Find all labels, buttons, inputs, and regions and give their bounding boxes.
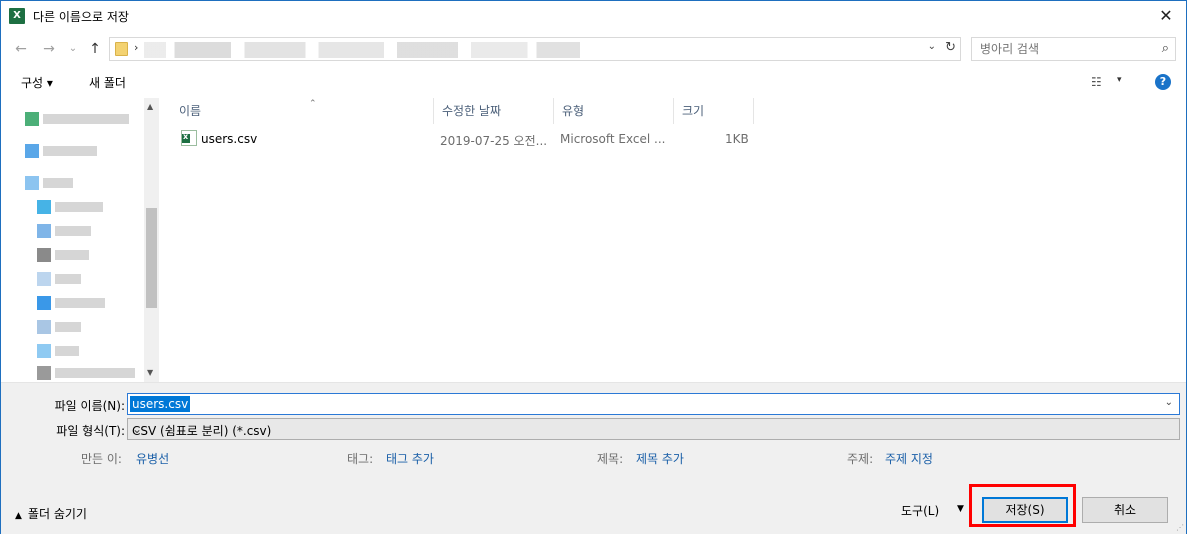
- chevron-down-icon[interactable]: ⌄: [928, 41, 936, 52]
- chevron-up-icon: ▲: [15, 511, 22, 521]
- file-row[interactable]: users.csv 2019-07-25 오전... Microsoft Exc…: [161, 128, 761, 150]
- folder-icon: [37, 320, 51, 334]
- cancel-button[interactable]: 취소: [1082, 497, 1168, 523]
- folder-icon: [37, 200, 51, 214]
- file-type: Microsoft Excel ...: [560, 132, 666, 146]
- scroll-down-icon[interactable]: ▼: [147, 368, 153, 377]
- navigation-row: ← → ⌄ ↑ › ⌄ ↻ ⌕: [1, 35, 1186, 63]
- navigation-pane: ▲ ▼: [1, 98, 159, 382]
- save-as-dialog: X 다른 이름으로 저장 ✕ ← → ⌄ ↑ › ⌄ ↻ ⌕ 구성 ▾ 새 폴더…: [0, 0, 1187, 534]
- excel-csv-file-icon: [181, 130, 197, 146]
- folder-icon: [37, 344, 51, 358]
- file-modified: 2019-07-25 오전...: [440, 134, 548, 148]
- filename-label: 파일 이름(N):: [54, 399, 125, 413]
- folder-icon: [115, 42, 128, 56]
- filename-field[interactable]: users.csv ⌄: [127, 393, 1180, 415]
- tags-value[interactable]: 태그 추가: [386, 450, 434, 467]
- back-arrow-icon[interactable]: ←: [11, 40, 31, 58]
- computer-icon: [25, 176, 39, 190]
- authors-label: 만든 이:: [81, 452, 122, 466]
- new-folder-button[interactable]: 새 폴더: [89, 74, 126, 91]
- view-options-icon[interactable]: ☷: [1091, 75, 1102, 89]
- title-label: 제목:: [597, 452, 624, 466]
- breadcrumb-path-redacted: [144, 42, 580, 58]
- tags-label: 태그:: [347, 452, 374, 466]
- resize-grip-icon[interactable]: ⋰: [1176, 523, 1184, 532]
- title-value[interactable]: 제목 추가: [636, 450, 684, 467]
- scroll-up-icon[interactable]: ▲: [147, 102, 153, 111]
- refresh-icon[interactable]: ↻: [945, 40, 956, 55]
- filetype-label: 파일 형식(T):: [56, 424, 125, 438]
- column-header-type[interactable]: 유형: [554, 98, 674, 124]
- organize-button[interactable]: 구성 ▾: [21, 74, 53, 91]
- breadcrumb-separator[interactable]: ›: [134, 41, 138, 54]
- search-box[interactable]: ⌕: [971, 37, 1176, 61]
- folder-icon: [25, 112, 39, 126]
- search-icon[interactable]: ⌕: [1162, 41, 1169, 56]
- hide-folders-label: 폴더 숨기기: [27, 507, 87, 521]
- chevron-down-icon[interactable]: ⌄: [1165, 397, 1173, 408]
- filename-value[interactable]: users.csv: [130, 396, 191, 412]
- help-icon[interactable]: ?: [1155, 74, 1171, 90]
- drive-icon: [37, 366, 51, 380]
- close-button[interactable]: ✕: [1146, 1, 1186, 31]
- filetype-select[interactable]: CSV (쉼표로 분리) (*.csv) ⌄: [127, 418, 1180, 440]
- folder-icon: [37, 248, 51, 262]
- scrollbar-thumb[interactable]: [146, 208, 157, 308]
- sort-ascending-icon: ⌃: [309, 99, 317, 109]
- drive-icon: [25, 144, 39, 158]
- column-name-label: 이름: [179, 104, 202, 118]
- hide-folders-button[interactable]: ▲ 폴더 숨기기: [15, 505, 87, 522]
- folder-icon: [37, 296, 51, 310]
- subject-value[interactable]: 주제 지정: [885, 450, 933, 467]
- title-bar: X 다른 이름으로 저장 ✕: [1, 1, 1186, 31]
- tools-button[interactable]: 도구(L): [901, 502, 939, 519]
- folder-icon: [37, 272, 51, 286]
- chevron-down-icon[interactable]: ⌄: [132, 422, 1173, 436]
- column-header-name[interactable]: 이름 ⌃: [171, 98, 434, 124]
- command-toolbar: 구성 ▾ 새 폴더 ☷ ▾ ?: [1, 67, 1186, 97]
- save-options-panel: 파일 이름(N): users.csv ⌄ 파일 형식(T): CSV (쉼표로…: [1, 382, 1186, 534]
- subject-label: 주제:: [847, 452, 874, 466]
- window-title: 다른 이름으로 저장: [33, 10, 129, 24]
- tools-caret-icon[interactable]: ▼: [957, 504, 964, 514]
- save-button[interactable]: 저장(S): [982, 497, 1068, 523]
- recent-locations-icon[interactable]: ⌄: [63, 40, 83, 58]
- file-list: 이름 ⌃ 수정한 날짜 유형 크기 users.csv 2019-07-25 오…: [161, 98, 1186, 382]
- column-header-size[interactable]: 크기: [674, 98, 754, 124]
- nav-pane-scrollbar[interactable]: ▲ ▼: [144, 98, 159, 382]
- column-header-modified[interactable]: 수정한 날짜: [434, 98, 554, 124]
- forward-arrow-icon[interactable]: →: [39, 40, 59, 58]
- authors-value[interactable]: 유병선: [136, 450, 169, 467]
- view-options-caret-icon[interactable]: ▾: [1117, 75, 1122, 85]
- excel-icon: X: [9, 8, 25, 24]
- search-input[interactable]: [980, 41, 1150, 57]
- up-arrow-icon[interactable]: ↑: [85, 40, 105, 58]
- file-size: 1KB: [725, 132, 749, 146]
- file-name[interactable]: users.csv: [201, 132, 257, 146]
- address-bar[interactable]: › ⌄ ↻: [109, 37, 961, 61]
- folder-icon: [37, 224, 51, 238]
